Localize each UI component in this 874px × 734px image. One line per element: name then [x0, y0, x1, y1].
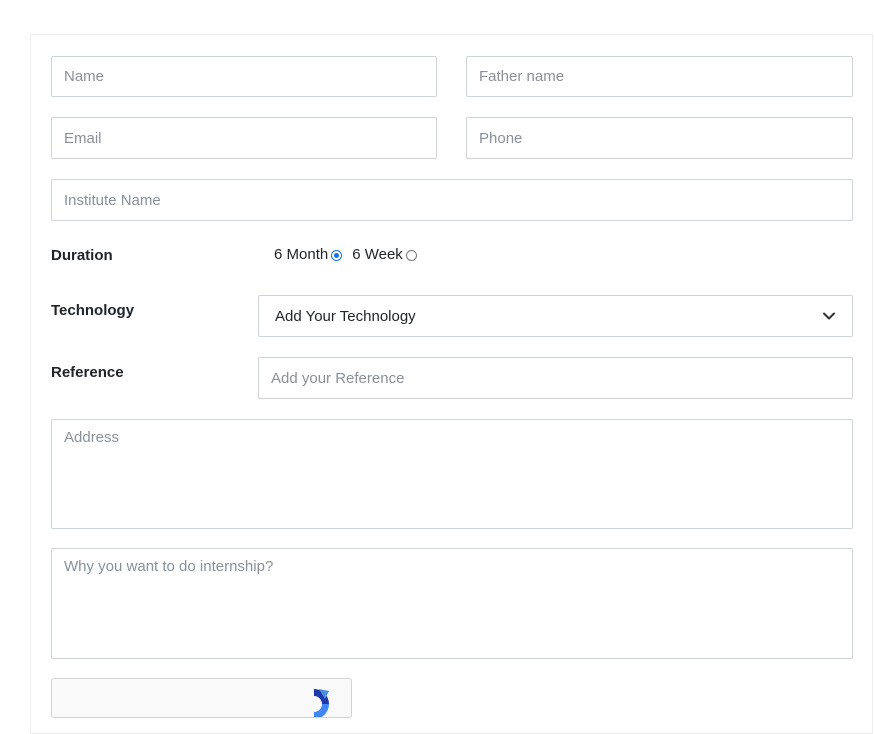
recaptcha-logo-icon: [297, 687, 331, 717]
reference-input[interactable]: [258, 357, 853, 399]
reference-label: Reference: [51, 364, 124, 381]
duration-label: Duration: [51, 247, 113, 264]
chevron-down-icon: [822, 309, 836, 323]
email-input[interactable]: [51, 117, 437, 159]
technology-select[interactable]: Add Your Technology: [258, 295, 853, 337]
internship-reason-textarea[interactable]: [51, 548, 853, 659]
technology-label: Technology: [51, 302, 135, 319]
duration-option-6-month-label: 6 Month: [274, 246, 329, 263]
duration-6-week-radio[interactable]: [405, 249, 417, 261]
duration-option-6-week-label: 6 Week: [352, 246, 403, 263]
recaptcha-widget[interactable]: [51, 678, 352, 718]
address-textarea[interactable]: [51, 419, 853, 529]
name-input[interactable]: [51, 56, 437, 97]
duration-6-month-radio[interactable]: [331, 249, 343, 261]
father-name-input[interactable]: [466, 56, 853, 97]
institute-name-input[interactable]: [51, 179, 853, 221]
duration-options: 6 Month 6 Week: [274, 246, 427, 264]
phone-input[interactable]: [466, 117, 853, 159]
technology-select-value: Add Your Technology: [275, 307, 416, 325]
